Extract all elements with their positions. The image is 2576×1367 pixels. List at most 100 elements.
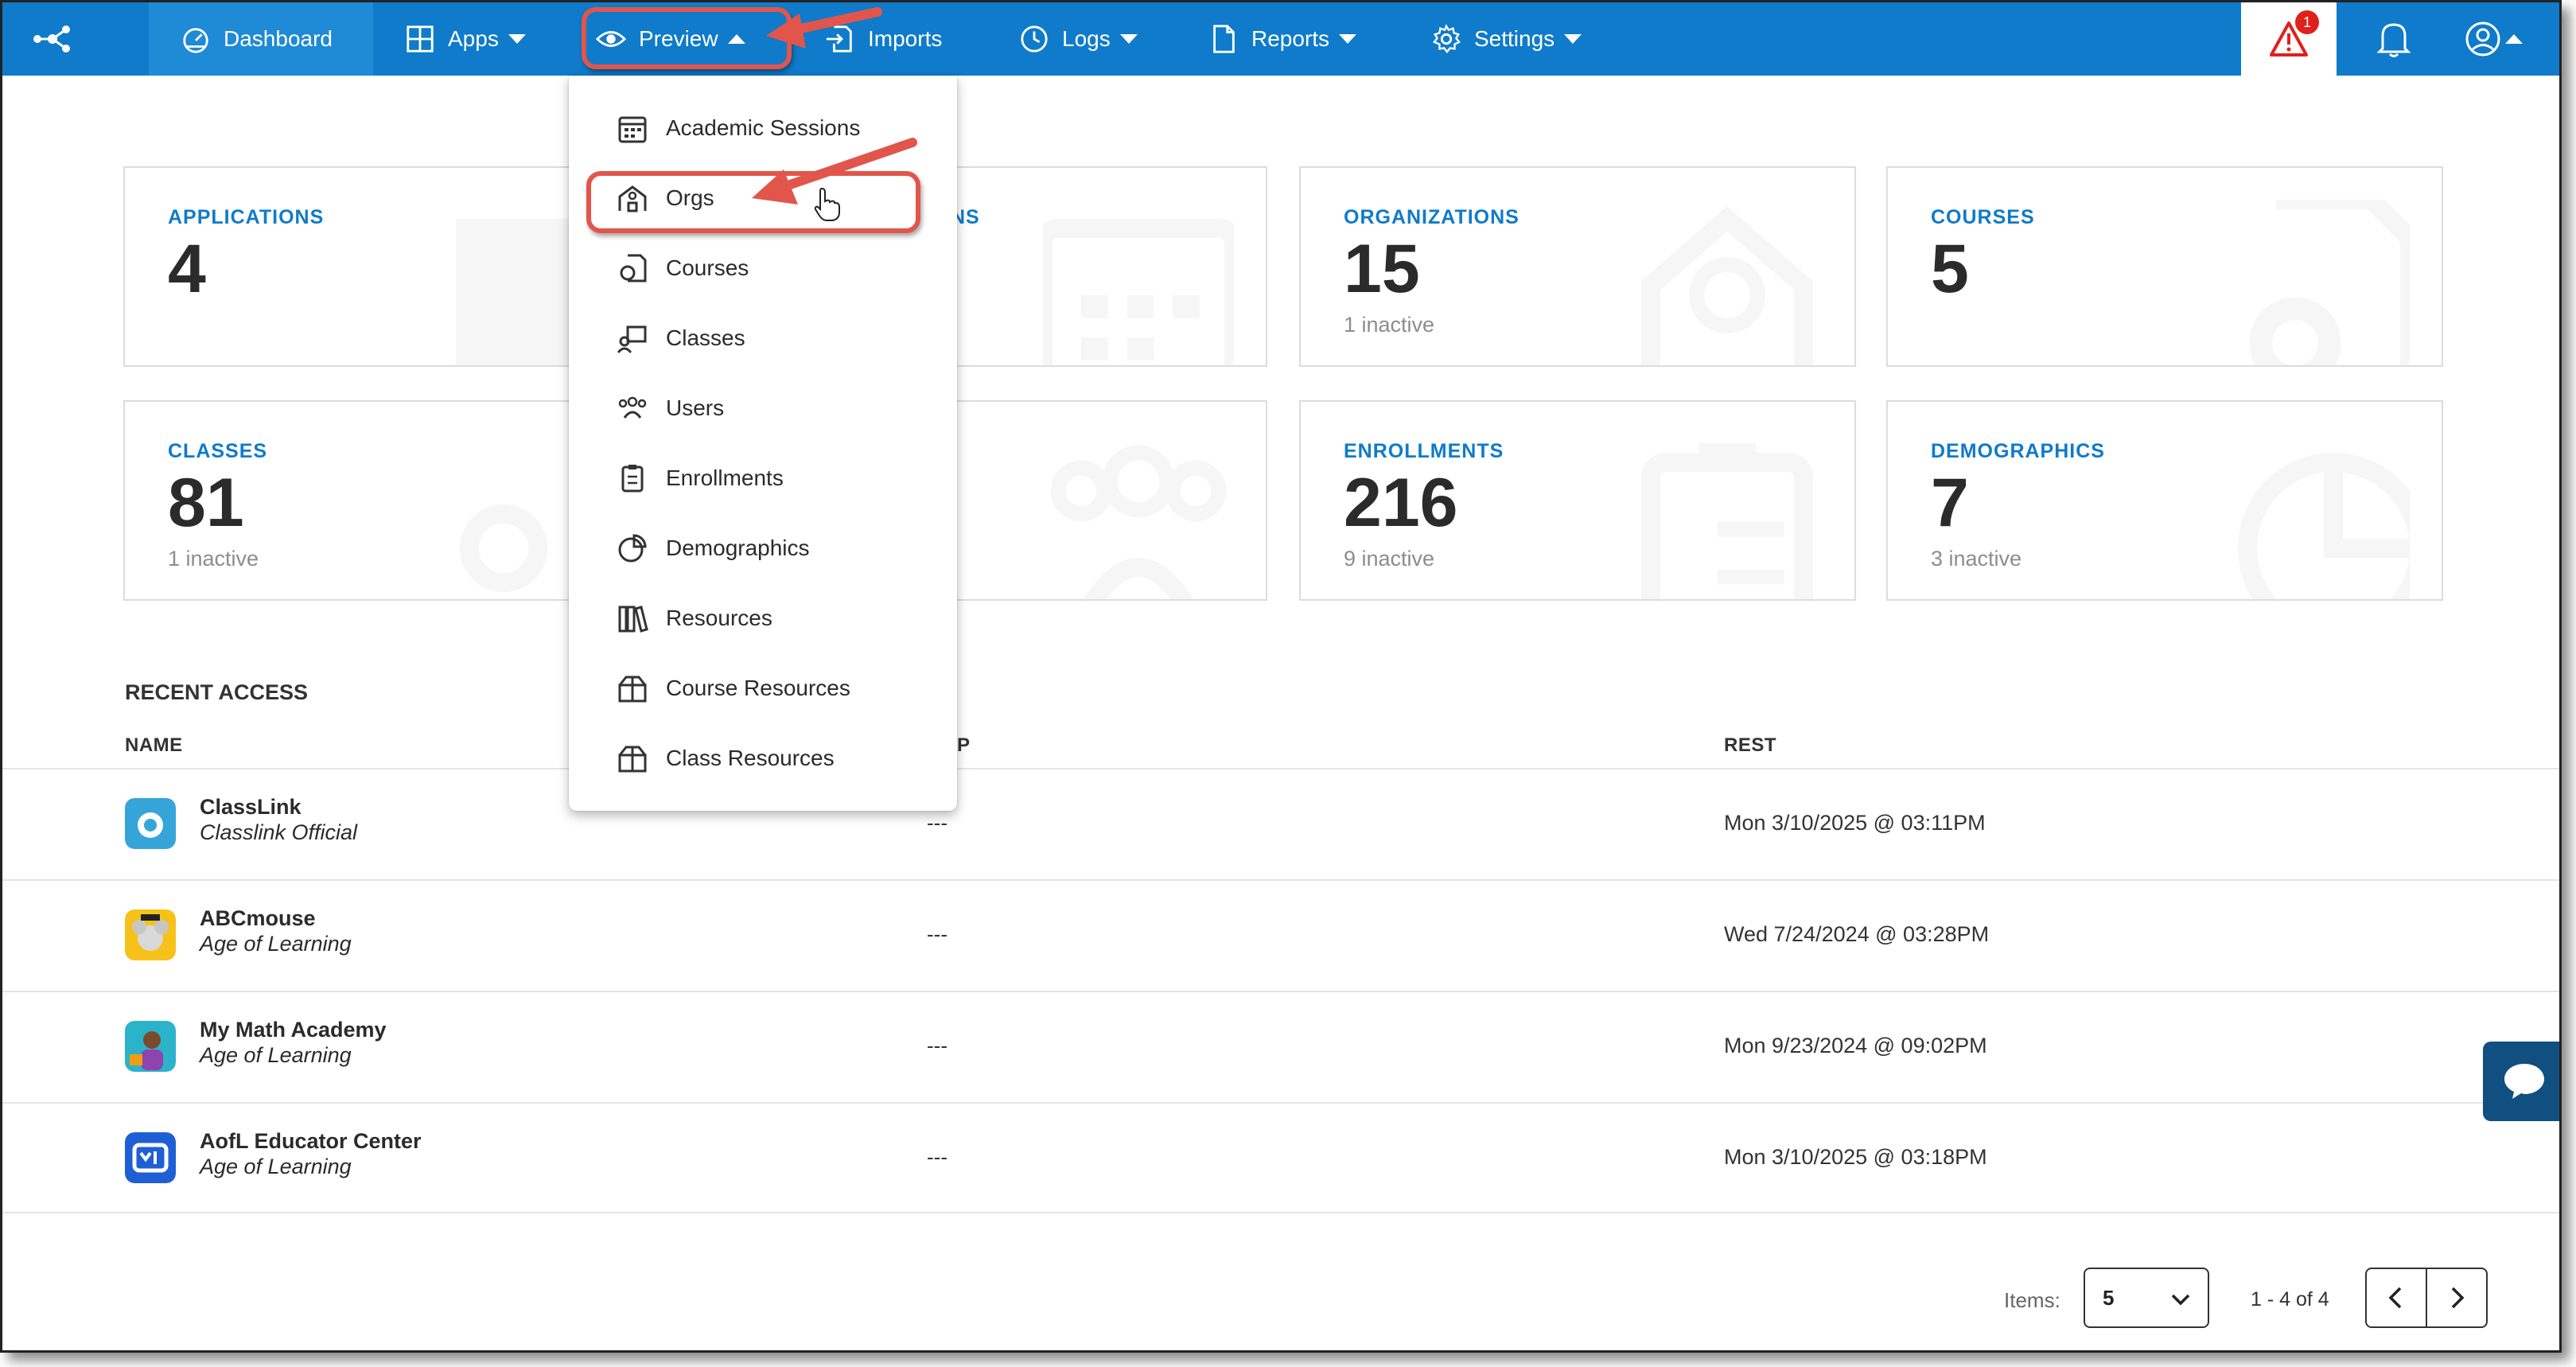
menu-item-courses[interactable]: Courses xyxy=(569,233,957,303)
alerts-button[interactable]: 1 xyxy=(2241,2,2337,76)
menu-item-course-resources[interactable]: Course Resources xyxy=(569,653,957,723)
nav-logs[interactable]: Logs xyxy=(1019,2,1138,76)
card-value: 216 xyxy=(1344,465,1458,541)
chevron-right-icon xyxy=(2451,1287,2465,1309)
card-value: 15 xyxy=(1344,231,1420,307)
grid-icon xyxy=(407,25,434,53)
card-value: 4 xyxy=(168,231,206,307)
menu-item-label: Demographics xyxy=(666,536,810,560)
card-subtext: 1 inactive xyxy=(168,547,259,571)
app-name: ClassLink xyxy=(200,795,302,819)
items-per-page-select[interactable]: 5 xyxy=(2084,1268,2209,1328)
nav-reports[interactable]: Reports xyxy=(1208,2,1357,76)
calendar-icon xyxy=(618,116,647,143)
resource-box-icon xyxy=(618,746,647,773)
card-value: 81 xyxy=(168,465,244,541)
clock-icon xyxy=(1021,25,1048,53)
card-title: DEMOGRAPHICS xyxy=(1931,440,2105,462)
app-publisher: Age of Learning xyxy=(200,1155,352,1178)
books-icon xyxy=(618,606,648,633)
column-header-name[interactable]: NAME xyxy=(125,734,183,757)
orgs-highlight-box xyxy=(586,171,920,233)
app-empty-value: --- xyxy=(927,1034,948,1057)
app-name: AofL Educator Center xyxy=(200,1129,422,1153)
menu-item-label: Users xyxy=(666,395,725,420)
school-watermark-icon xyxy=(1641,206,1813,365)
table-row[interactable]: ABCmouse Age of Learning --- Wed 7/24/20… xyxy=(2,879,2559,991)
notifications-button[interactable] xyxy=(2362,2,2426,76)
card-value: 5 xyxy=(1931,231,1969,307)
import-icon xyxy=(826,25,852,53)
menu-item-label: Courses xyxy=(666,255,749,280)
alert-count-badge: 1 xyxy=(2295,10,2319,34)
next-page-button[interactable] xyxy=(2426,1268,2488,1328)
nav-reports-label: Reports xyxy=(1251,26,1330,51)
my-math-academy-app-icon xyxy=(125,1021,176,1072)
card-demographics[interactable]: DEMOGRAPHICS 7 3 inactive xyxy=(1886,400,2443,601)
menu-item-demographics[interactable]: Demographics xyxy=(569,513,957,583)
course-watermark-icon xyxy=(2249,200,2410,365)
nav-dashboard[interactable]: Dashboard xyxy=(149,2,373,76)
chevron-down-icon xyxy=(1564,34,1582,44)
menu-item-classes[interactable]: Classes xyxy=(569,303,957,373)
user-menu-button[interactable] xyxy=(2450,2,2537,76)
app-rest-timestamp: Mon 9/23/2024 @ 09:02PM xyxy=(1724,1034,1987,1057)
card-title: ENROLLMENTS xyxy=(1344,440,1504,462)
chevron-down-icon xyxy=(1339,34,1357,44)
preview-highlight-box xyxy=(582,7,792,69)
previous-page-button[interactable] xyxy=(2365,1268,2427,1328)
app-rest-timestamp: Wed 7/24/2024 @ 03:28PM xyxy=(1724,922,1990,946)
nav-dashboard-label: Dashboard xyxy=(224,26,333,51)
menu-item-academic-sessions[interactable]: Academic Sessions xyxy=(569,93,957,163)
chat-bubble-icon xyxy=(2504,1064,2544,1099)
card-title: CLASSES xyxy=(168,440,268,462)
app-window: Dashboard Apps Preview Imports Logs Repo… xyxy=(0,0,2562,1353)
menu-item-label: Course Resources xyxy=(666,676,850,700)
table-row[interactable]: AofL Educator Center Age of Learning ---… xyxy=(2,1102,2559,1213)
card-title: APPLICATIONS xyxy=(168,206,325,228)
column-header-rest[interactable]: REST xyxy=(1724,734,1776,757)
app-rest-timestamp: Mon 3/10/2025 @ 03:11PM xyxy=(1724,811,1986,835)
user-avatar-icon xyxy=(2465,21,2500,56)
home-logo-icon[interactable] xyxy=(26,18,79,60)
app-publisher: Classlink Official xyxy=(200,820,358,844)
calendar-watermark-icon xyxy=(1043,219,1234,365)
menu-item-users[interactable]: Users xyxy=(569,373,957,443)
pie-chart-icon xyxy=(618,534,647,563)
abcmouse-app-icon xyxy=(125,909,176,960)
chevron-down-icon xyxy=(508,34,526,44)
card-enrollments[interactable]: ENROLLMENTS 216 9 inactive xyxy=(1299,400,1856,601)
table-row[interactable]: My Math Academy Age of Learning --- Mon … xyxy=(2,991,2559,1102)
document-icon xyxy=(1213,25,1235,53)
nav-imports[interactable]: Imports xyxy=(825,2,942,76)
menu-item-class-resources[interactable]: Class Resources xyxy=(569,723,957,793)
column-header-fragment[interactable]: P xyxy=(957,734,971,757)
pagination-range: 1 - 4 of 4 xyxy=(2251,1288,2329,1311)
app-rest-timestamp: Mon 3/10/2025 @ 03:18PM xyxy=(1724,1145,1987,1169)
card-courses[interactable]: COURSES 5 xyxy=(1886,166,2443,367)
card-title: COURSES xyxy=(1931,206,2035,228)
menu-item-resources[interactable]: Resources xyxy=(569,583,957,653)
recent-access-title: RECENT ACCESS xyxy=(125,680,309,704)
course-badge-icon xyxy=(620,254,647,282)
card-organizations[interactable]: ORGANIZATIONS 15 1 inactive xyxy=(1299,166,1856,367)
menu-item-enrollments[interactable]: Enrollments xyxy=(569,443,957,513)
chat-button[interactable] xyxy=(2483,1042,2559,1121)
menu-item-label: Academic Sessions xyxy=(666,115,861,140)
card-subtext: 1 inactive xyxy=(1344,313,1435,337)
nav-settings[interactable]: Settings xyxy=(1431,2,1582,76)
nav-apps[interactable]: Apps xyxy=(405,2,526,76)
users-icon xyxy=(618,396,647,419)
app-publisher: Age of Learning xyxy=(200,1043,352,1067)
nav-apps-label: Apps xyxy=(448,26,499,51)
table-row[interactable]: ClassLink Classlink Official --- Mon 3/1… xyxy=(2,768,2559,879)
pie-chart-watermark-icon xyxy=(2238,453,2410,599)
clipboard-watermark-icon xyxy=(1641,443,1813,599)
app-empty-value: --- xyxy=(927,922,948,946)
bell-icon xyxy=(2376,23,2411,57)
aofl-educator-center-app-icon xyxy=(125,1132,176,1183)
nav-logs-label: Logs xyxy=(1062,26,1111,51)
nav-settings-label: Settings xyxy=(1474,26,1555,51)
top-navigation-bar: Dashboard Apps Preview Imports Logs Repo… xyxy=(2,2,2559,76)
users-watermark-icon xyxy=(1050,445,1227,599)
